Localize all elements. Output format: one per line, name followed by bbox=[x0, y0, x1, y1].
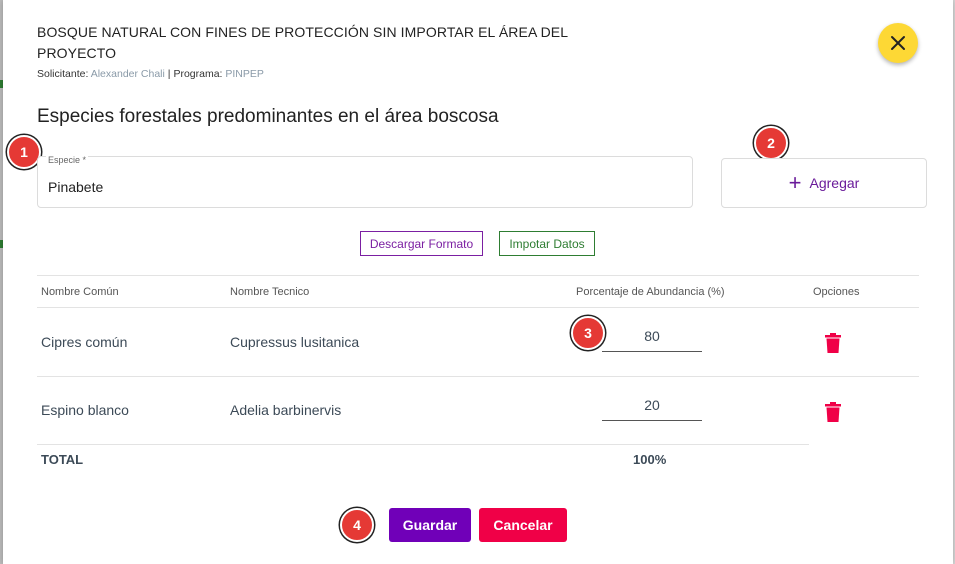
percent-input[interactable]: 80 bbox=[602, 325, 702, 352]
close-icon bbox=[891, 36, 905, 50]
table-divider bbox=[37, 307, 919, 308]
row-technical-name: Adelia barbinervis bbox=[230, 402, 342, 418]
solicitante-value: Alexander Chali bbox=[90, 68, 165, 80]
meta-separator: | bbox=[167, 68, 171, 80]
trash-icon[interactable] bbox=[825, 402, 841, 422]
species-field-value[interactable]: Pinabete bbox=[48, 179, 103, 195]
table-divider bbox=[37, 275, 919, 276]
import-data-button[interactable]: Impotar Datos bbox=[499, 231, 595, 256]
add-button-label: Agregar bbox=[809, 175, 860, 191]
header-options: Opciones bbox=[813, 286, 860, 298]
species-table: Nombre Común Nombre Tecnico Porcentaje d… bbox=[37, 275, 919, 475]
step-badge-3: 3 bbox=[571, 316, 605, 350]
header-percent: Porcentaje de Abundancia (%) bbox=[576, 286, 725, 298]
close-button[interactable] bbox=[878, 23, 918, 63]
save-button[interactable]: Guardar bbox=[389, 508, 471, 542]
download-format-button[interactable]: Descargar Formato bbox=[360, 231, 483, 256]
cancel-button[interactable]: Cancelar bbox=[479, 508, 567, 542]
plus-icon: + bbox=[788, 170, 802, 195]
step-badge-2: 2 bbox=[754, 126, 788, 160]
step-badge-4: 4 bbox=[340, 508, 374, 542]
header-common-name: Nombre Común bbox=[41, 286, 119, 298]
add-button[interactable]: + Agregar bbox=[721, 158, 927, 208]
species-dialog: BOSQUE NATURAL CON FINES DE PROTECCIÓN S… bbox=[3, 0, 953, 564]
row-common-name: Espino blanco bbox=[41, 402, 129, 418]
row-technical-name: Cupressus lusitanica bbox=[230, 334, 360, 350]
programa-label: Programa: bbox=[173, 68, 223, 80]
percent-input[interactable]: 20 bbox=[602, 394, 702, 421]
table-divider bbox=[37, 376, 919, 377]
programa-value: PINPEP bbox=[225, 68, 264, 80]
section-title: Especies forestales predominantes en el … bbox=[37, 106, 499, 127]
total-value: 100% bbox=[633, 452, 667, 467]
trash-icon[interactable] bbox=[825, 333, 841, 353]
solicitante-label: Solicitante: bbox=[37, 68, 89, 80]
total-label: TOTAL bbox=[41, 452, 84, 467]
row-common-name: Cipres común bbox=[41, 334, 128, 350]
table-divider bbox=[37, 444, 809, 445]
species-field-label: Especie * bbox=[46, 155, 89, 165]
header-technical-name: Nombre Tecnico bbox=[230, 286, 310, 298]
dialog-meta: Solicitante: Alexander Chali | Programa:… bbox=[37, 68, 264, 80]
species-field[interactable]: Especie * Pinabete bbox=[37, 155, 693, 208]
step-badge-1: 1 bbox=[7, 135, 41, 169]
dialog-title: BOSQUE NATURAL CON FINES DE PROTECCIÓN S… bbox=[37, 24, 568, 61]
